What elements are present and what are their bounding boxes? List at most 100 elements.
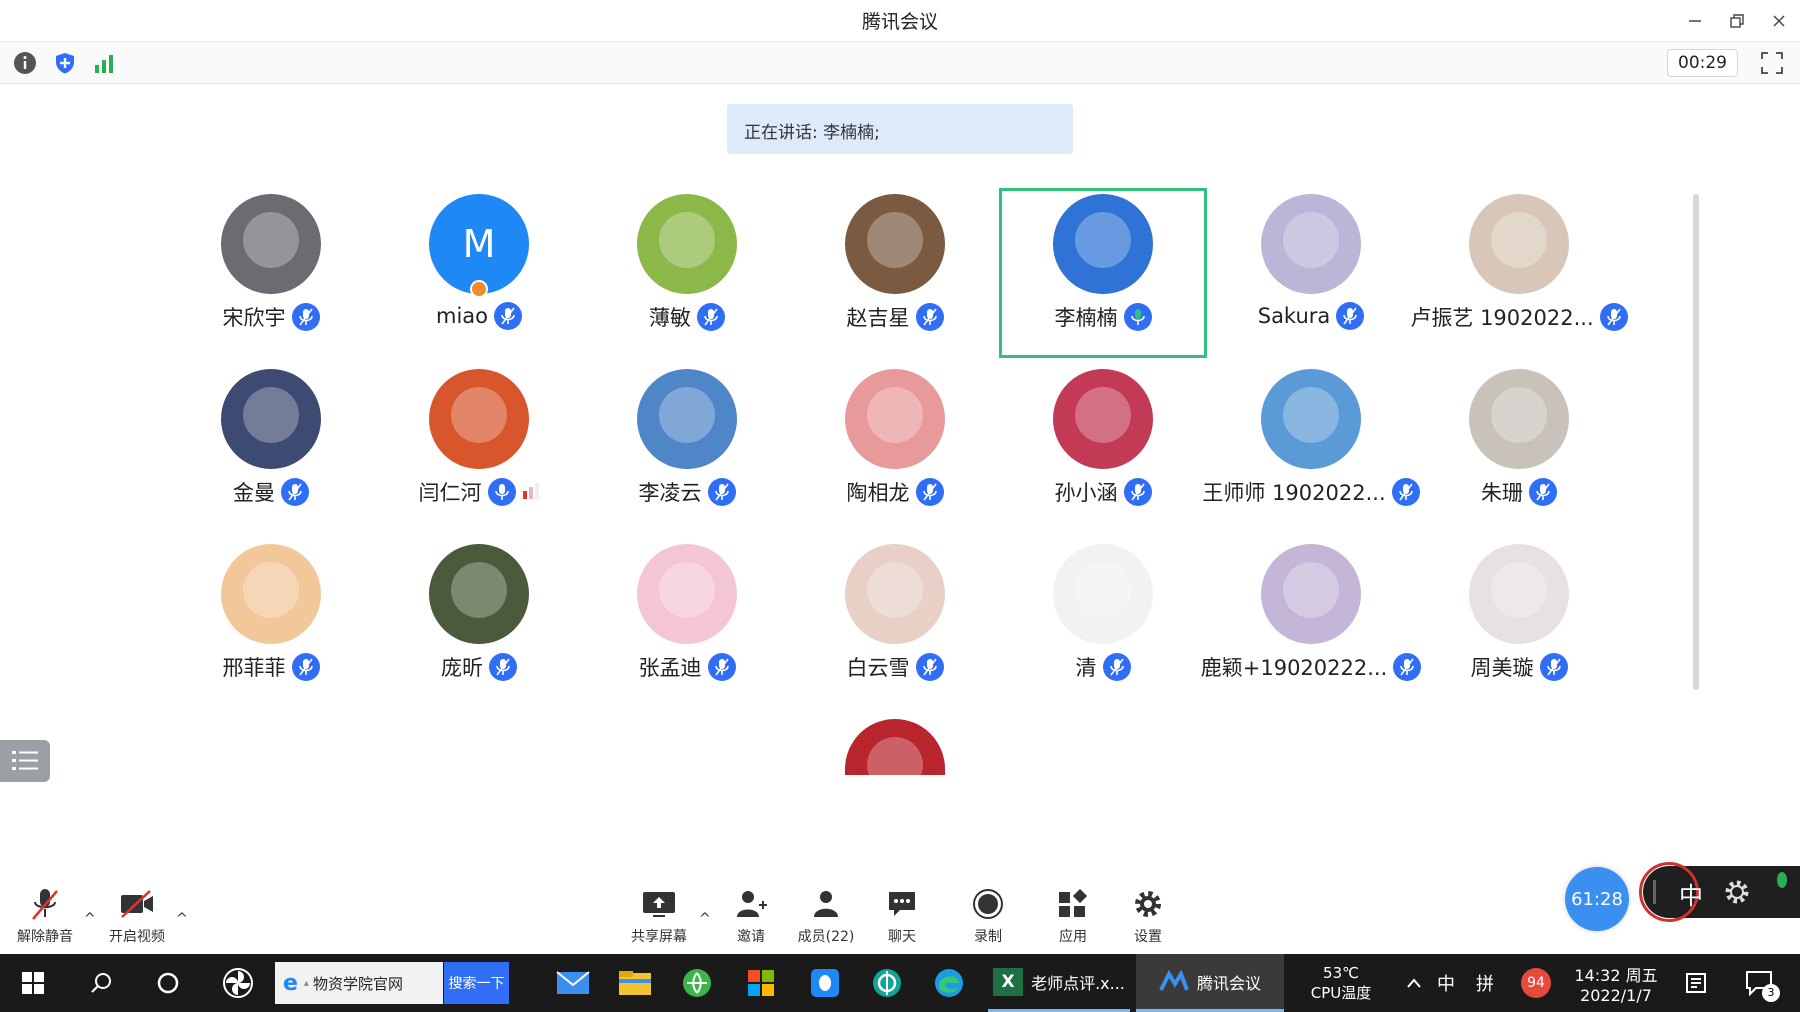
vpn-app-icon[interactable] — [862, 954, 912, 1012]
mic-muted-icon — [915, 653, 944, 681]
participant-avatar — [845, 194, 945, 294]
pinwheel-app-icon[interactable] — [210, 954, 266, 1012]
participant-tile[interactable]: 闫仁河 — [375, 363, 583, 533]
participant-tile[interactable]: 赵吉星 — [791, 188, 999, 358]
invite-button[interactable]: 邀请 — [711, 884, 791, 952]
ime-pinyin[interactable]: 拼 — [1470, 954, 1500, 1012]
participant-name-row: 孙小涵 — [999, 477, 1207, 507]
cpu-temperature[interactable]: 53℃ CPU温度 — [1296, 954, 1386, 1012]
ime-settings-gear-icon[interactable] — [1723, 878, 1751, 910]
windows-taskbar: e ▴ 物资学院官网 搜索一下 X 老师点评.x... 腾讯会议 53℃ CPU… — [0, 954, 1800, 1012]
record-button[interactable]: 录制 — [948, 884, 1028, 952]
ime-mode-label[interactable]: 中 — [1679, 876, 1703, 911]
mail-icon[interactable] — [548, 954, 598, 1012]
participant-avatar — [1261, 194, 1361, 294]
participant-tile[interactable]: 孙小涵 — [999, 363, 1207, 533]
share-options-chevron-icon[interactable]: ^ — [699, 911, 711, 927]
video-options-chevron-icon[interactable]: ^ — [176, 911, 188, 927]
browser-search-box[interactable]: e ▴ 物资学院官网 — [275, 962, 443, 1004]
close-icon[interactable] — [1758, 0, 1800, 42]
minimize-icon[interactable] — [1674, 0, 1716, 42]
participant-name: 张孟迪 — [638, 656, 702, 680]
mic-muted-icon — [1102, 653, 1131, 681]
ime-floating-bar[interactable]: 中 — [1639, 862, 1800, 922]
participant-name-row: 清 — [999, 652, 1207, 682]
audio-options-chevron-icon[interactable]: ^ — [84, 911, 96, 927]
members-button[interactable]: 成员(22) — [786, 884, 866, 952]
excel-window-button[interactable]: X 老师点评.x... — [988, 954, 1130, 1012]
participant-avatar — [221, 194, 321, 294]
info-icon[interactable] — [12, 50, 38, 76]
chat-label: 聊天 — [888, 929, 916, 945]
participant-tile[interactable]: 宋欣宇 — [167, 188, 375, 358]
participant-tile[interactable]: Sakura — [1207, 188, 1415, 358]
store-icon[interactable] — [736, 954, 786, 1012]
mic-muted-icon — [494, 302, 522, 330]
system-clock[interactable]: 14:32 周五 2022/1/7 — [1566, 954, 1666, 1012]
settings-button[interactable]: 设置 — [1108, 884, 1188, 952]
participant-name: 王师师 1902022... — [1202, 481, 1386, 505]
search-icon[interactable] — [78, 954, 124, 1012]
dropdown-chevron-icon[interactable]: ▴ — [304, 978, 309, 989]
start-video-button[interactable]: 开启视频 — [97, 884, 177, 952]
participant-avatar — [1053, 544, 1153, 644]
participant-tile[interactable]: 庞昕 — [375, 538, 583, 708]
meeting-window-button[interactable]: 腾讯会议 — [1136, 954, 1284, 1012]
participant-name-row: Sakura — [1207, 302, 1415, 330]
edge-icon[interactable] — [924, 954, 974, 1012]
layout-list-button[interactable] — [0, 740, 50, 782]
participant-tile[interactable]: 邢菲菲 — [167, 538, 375, 708]
participant-tile[interactable]: 李凌云 — [583, 363, 791, 533]
browser-green-icon[interactable] — [672, 954, 722, 1012]
security-shield-icon[interactable] — [52, 50, 78, 76]
share-screen-button[interactable]: 共享屏幕 — [619, 884, 699, 952]
security-badge-icon[interactable]: 94 — [1518, 954, 1554, 1012]
qq-icon[interactable] — [800, 954, 850, 1012]
news-icon[interactable] — [1678, 954, 1714, 1012]
tray-chevron-icon[interactable] — [1400, 954, 1428, 1012]
participant-tile[interactable]: 王师师 1902022... — [1202, 363, 1420, 533]
participant-tile[interactable]: 周美璇 — [1415, 538, 1623, 708]
participant-name: 卢振艺 1902022... — [1410, 306, 1594, 330]
mic-speaking-icon — [1123, 303, 1152, 331]
participant-name-row: 薄敏 — [583, 302, 791, 332]
participant-tile[interactable]: 清 — [999, 538, 1207, 708]
participant-tile[interactable]: 鹿颖+19020222... — [1201, 538, 1422, 708]
participant-avatar: M — [429, 194, 529, 294]
participant-tile[interactable]: 陶相龙 — [791, 363, 999, 533]
mic-muted-icon — [707, 478, 736, 506]
participant-tile[interactable]: 金曼 — [167, 363, 375, 533]
participant-tile[interactable]: Mmiao — [375, 188, 583, 358]
windows-start-icon[interactable] — [10, 954, 56, 1012]
apps-button[interactable]: 应用 — [1033, 884, 1113, 952]
participant-name: 庞昕 — [441, 656, 483, 680]
network-signal-icon[interactable] — [91, 50, 117, 76]
participant-tile[interactable]: 李楠楠 — [999, 188, 1207, 358]
record-icon — [968, 884, 1008, 924]
participant-name: 宋欣宇 — [222, 306, 286, 330]
participant-tile[interactable]: 薄敏 — [583, 188, 791, 358]
participant-tile[interactable]: 白云雪 — [791, 538, 999, 708]
participant-tile[interactable]: 张孟迪 — [583, 538, 791, 708]
grid-scrollbar[interactable] — [1693, 194, 1699, 690]
file-explorer-icon[interactable] — [610, 954, 660, 1012]
participant-tile[interactable] — [791, 713, 999, 883]
leaf-icon — [1777, 872, 1787, 888]
cpu-temp-label: CPU温度 — [1310, 983, 1372, 1002]
restore-icon[interactable] — [1716, 0, 1758, 42]
ime-language[interactable]: 中 — [1432, 954, 1460, 1012]
participant-tile[interactable]: 朱珊 — [1415, 363, 1623, 533]
unmute-button[interactable]: 解除静音 — [5, 884, 85, 952]
chat-button[interactable]: 聊天 — [862, 884, 942, 952]
participant-avatar — [1053, 369, 1153, 469]
meeting-toolbar: 解除静音 ^ 开启视频 ^ 共享屏幕 ^ 邀请 成员(22) 聊天 录制 应用 … — [0, 878, 1800, 954]
floating-timer-bubble[interactable]: 61:28 — [1565, 867, 1629, 931]
audio-level-icon — [522, 481, 540, 503]
search-go-label: 搜索一下 — [448, 976, 505, 992]
participant-name: 闫仁河 — [418, 481, 482, 505]
cortana-icon[interactable] — [145, 954, 191, 1012]
notification-center-icon[interactable]: 3 — [1736, 954, 1782, 1012]
participant-tile[interactable]: 卢振艺 1902022... — [1410, 188, 1628, 358]
fullscreen-icon[interactable] — [1760, 51, 1784, 75]
search-go-button[interactable]: 搜索一下 — [444, 962, 509, 1004]
